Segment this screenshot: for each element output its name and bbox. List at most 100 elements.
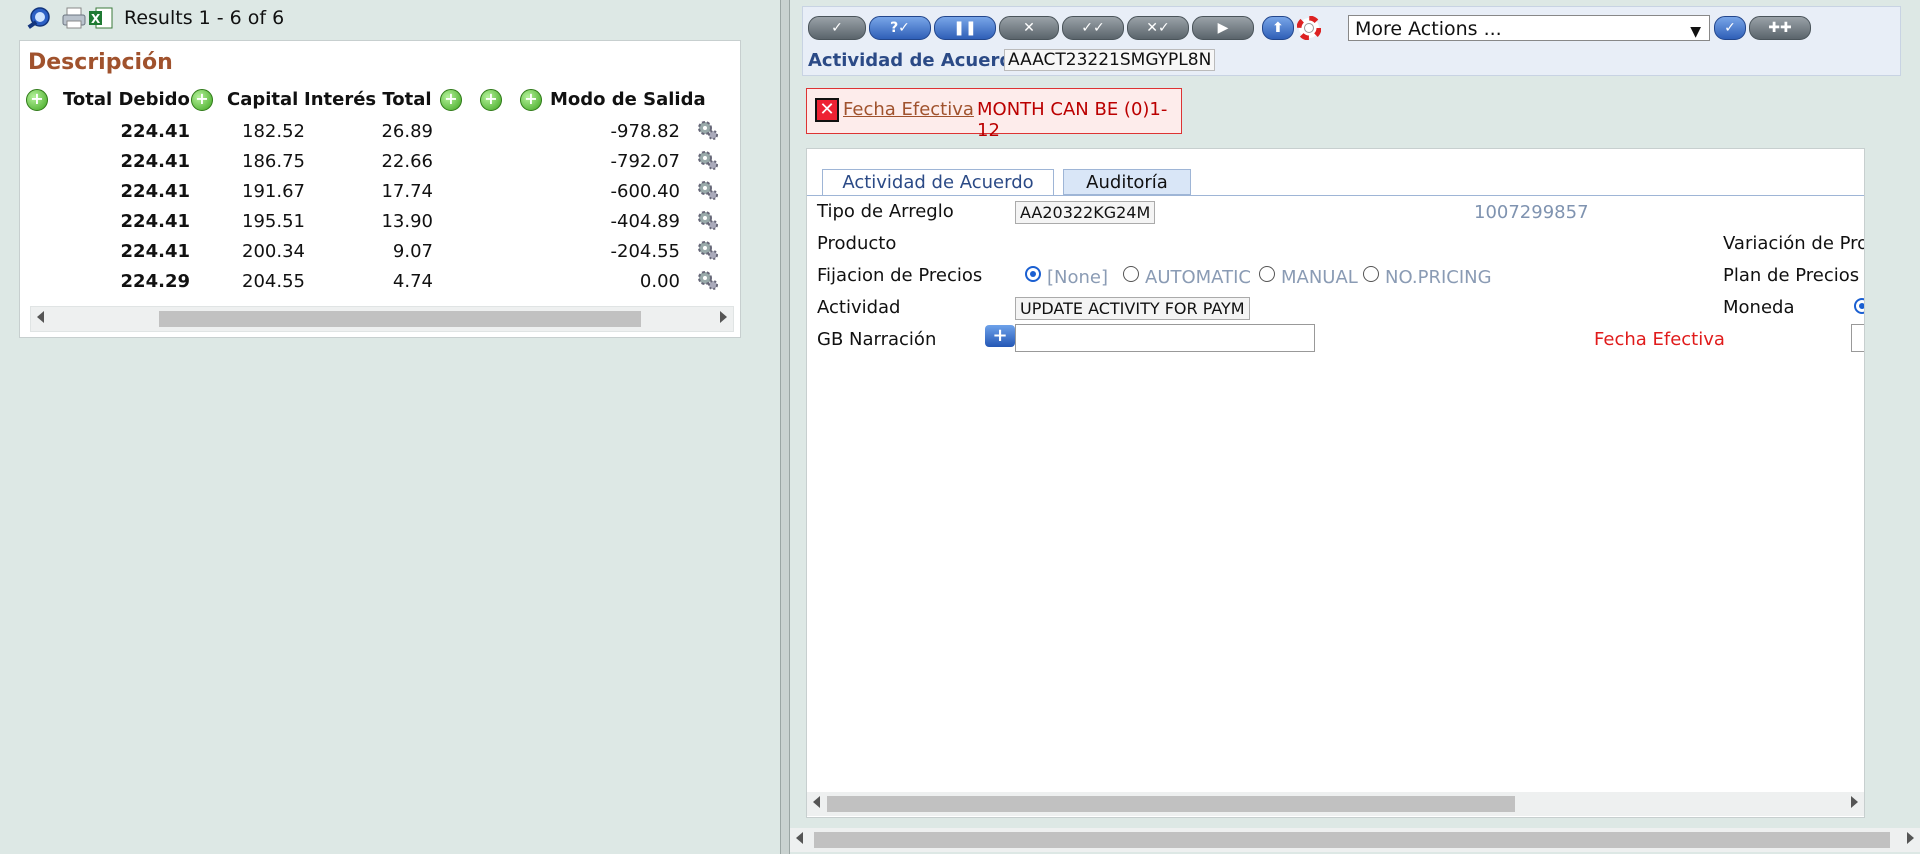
question-check-icon: ?✓ <box>890 20 910 36</box>
gb-narracion-label: GB Narración <box>817 329 937 350</box>
error-text: MONTH CAN BE (0)1-12 <box>977 99 1168 141</box>
plan-precios-label: Plan de Precios <box>1723 265 1860 286</box>
cell-mode: -600.40 <box>610 181 680 202</box>
go-button[interactable]: ✓ <box>1714 16 1746 40</box>
authorise-button[interactable]: ✓✓ <box>1062 16 1124 40</box>
description-title: Descripción <box>28 50 173 75</box>
more-actions-select[interactable]: More Actions ... ▼ <box>1348 15 1710 41</box>
expand-plus-icon[interactable]: + <box>520 89 542 111</box>
tipo-arreglo-value: AA20322KG24M <box>1015 201 1156 224</box>
scroll-thumb[interactable] <box>814 832 1890 848</box>
x-check-icon: ✕✓ <box>1146 20 1170 36</box>
cell-mode: -204.55 <box>610 241 680 262</box>
play-icon: ▶ <box>1217 20 1229 36</box>
svg-text:X: X <box>91 12 101 26</box>
activity-pane: ✓ ?✓ ❚❚ ✕ ✓✓ ✕✓ ▶ ⬆ More Actions ... ▼ ✓… <box>790 0 1920 854</box>
pricing-option-label: [None] <box>1047 267 1109 288</box>
error-field-link[interactable]: Fecha Efectiva <box>843 99 974 120</box>
pricing-radio-automatic[interactable] <box>1123 266 1139 282</box>
scroll-thumb[interactable] <box>827 796 1515 812</box>
expand-plus-icon[interactable]: + <box>191 89 213 111</box>
error-message: ✕ Fecha Efectiva MONTH CAN BE (0)1-12 <box>806 88 1182 141</box>
hold-button[interactable]: ❚❚ <box>934 16 996 40</box>
pricing-radio-none[interactable] <box>1025 266 1041 282</box>
cell-interest: 17.74 <box>381 181 433 202</box>
tab-auditoria[interactable]: Auditoría <box>1063 169 1191 195</box>
reverse-button[interactable]: ✕✓ <box>1127 16 1189 40</box>
gear-icon[interactable] <box>696 239 720 261</box>
moneda-label: Moneda <box>1723 297 1795 318</box>
gear-icon[interactable] <box>696 269 720 291</box>
cell-total: 224.41 <box>120 151 190 172</box>
x-icon: ✕ <box>1023 20 1035 36</box>
next-button[interactable]: ▶ <box>1192 16 1254 40</box>
add-narration-button[interactable]: + <box>985 325 1015 347</box>
cell-total: 224.29 <box>120 271 190 292</box>
help-lifebuoy-icon[interactable] <box>1296 15 1322 41</box>
cell-interest: 13.90 <box>381 211 433 232</box>
tab-actividad-acuerdo[interactable]: Actividad de Acuerdo <box>822 169 1054 195</box>
print-icon[interactable] <box>61 6 87 30</box>
add-button[interactable]: ✚✚ <box>1749 16 1811 40</box>
chevron-down-icon: ▼ <box>1690 24 1701 40</box>
col-modo-salida: Modo de Salida <box>550 89 706 110</box>
delete-button[interactable]: ✕ <box>999 16 1059 40</box>
form-horizontal-scrollbar[interactable] <box>807 792 1864 816</box>
expand-plus-icon[interactable]: + <box>440 89 462 111</box>
excel-export-icon[interactable]: X <box>88 6 114 30</box>
gb-narracion-input[interactable] <box>1015 324 1315 352</box>
cell-interest: 4.74 <box>392 271 433 292</box>
expand-plus-icon[interactable]: + <box>26 89 48 111</box>
scroll-left-icon[interactable] <box>37 311 44 323</box>
cell-interest: 22.66 <box>381 151 433 172</box>
form-panel: Actividad de Acuerdo Auditoría Tipo de A… <box>806 148 1865 818</box>
enquiry-pane: X Results 1 - 6 of 6 Descripción + Total… <box>0 0 782 854</box>
cell-interest: 9.07 <box>392 241 433 262</box>
validate-query-button[interactable]: ?✓ <box>869 16 931 40</box>
cell-capital: 200.34 <box>242 241 305 262</box>
cell-capital: 204.55 <box>242 271 305 292</box>
account-number: 1007299857 <box>1474 202 1589 223</box>
scroll-thumb[interactable] <box>159 311 641 327</box>
expand-plus-icon[interactable]: + <box>480 89 502 111</box>
fecha-efectiva-label: Fecha Efectiva <box>1594 329 1725 350</box>
pricing-option-label: MANUAL <box>1281 267 1358 288</box>
check-icon: ✓ <box>831 20 843 36</box>
search-icon[interactable] <box>26 6 52 30</box>
cell-capital: 195.51 <box>242 211 305 232</box>
scroll-left-icon[interactable] <box>813 796 820 808</box>
tipo-arreglo-label: Tipo de Arreglo <box>817 201 954 222</box>
scroll-right-icon[interactable] <box>720 311 727 323</box>
pricing-option-label: NO.PRICING <box>1385 267 1492 288</box>
gear-icon[interactable] <box>696 209 720 231</box>
col-interes-total: Interés Total <box>304 89 432 110</box>
cell-mode: -792.07 <box>610 151 680 172</box>
scroll-right-icon[interactable] <box>1907 832 1914 844</box>
activity-id: AAACT23221SMGYPL8N <box>1004 49 1216 71</box>
up-arrow-icon: ⬆ <box>1272 20 1284 36</box>
scroll-left-icon[interactable] <box>796 832 803 844</box>
fecha-efectiva-input[interactable] <box>1851 324 1864 352</box>
validate-button[interactable]: ✓ <box>808 16 866 40</box>
cell-total: 224.41 <box>120 121 190 142</box>
error-x-icon: ✕ <box>815 98 839 122</box>
upload-button[interactable]: ⬆ <box>1262 16 1294 40</box>
pricing-radio-nopricing[interactable] <box>1363 266 1379 282</box>
cell-capital: 182.52 <box>242 121 305 142</box>
cell-total: 224.41 <box>120 211 190 232</box>
pane-horizontal-scrollbar[interactable] <box>790 828 1920 852</box>
pricing-radio-manual[interactable] <box>1259 266 1275 282</box>
horizontal-scrollbar[interactable] <box>30 306 734 332</box>
results-count: Results 1 - 6 of 6 <box>124 7 285 29</box>
check-icon: ✓ <box>1724 20 1736 36</box>
producto-label: Producto <box>817 233 897 254</box>
variacion-label: Variación de Prod <box>1723 233 1865 254</box>
gear-icon[interactable] <box>696 119 720 141</box>
gear-icon[interactable] <box>696 149 720 171</box>
gear-icon[interactable] <box>696 179 720 201</box>
double-check-icon: ✓✓ <box>1081 20 1105 36</box>
scroll-right-icon[interactable] <box>1851 796 1858 808</box>
pane-splitter[interactable] <box>780 0 790 854</box>
pricing-option-label: AUTOMATIC <box>1145 267 1251 288</box>
moneda-radio[interactable] <box>1854 298 1864 314</box>
